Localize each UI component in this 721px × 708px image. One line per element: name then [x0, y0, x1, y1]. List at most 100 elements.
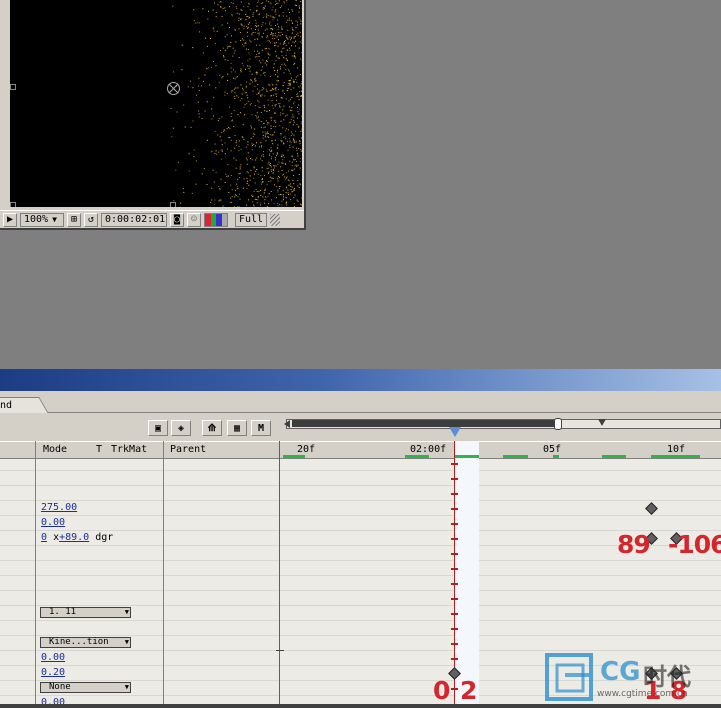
cti-tick	[451, 508, 458, 510]
timeline-tab-row	[0, 391, 721, 413]
dropdown-value: Kine...tion	[49, 637, 109, 647]
annotation-text: 89	[617, 530, 651, 559]
row-gridline	[0, 620, 721, 621]
row-gridline	[0, 605, 721, 606]
time-navigator-bar[interactable]	[292, 420, 558, 427]
work-area-segment	[651, 455, 700, 458]
row-gridline	[0, 545, 721, 546]
resolution-dropdown[interactable]: Full	[235, 212, 267, 227]
cti-tick	[451, 478, 458, 480]
timeline-title-bar[interactable]	[0, 369, 721, 391]
ruler-tick: 05f	[543, 444, 562, 455]
property-value[interactable]: 0.00	[41, 652, 65, 663]
property-dropdown[interactable]: 1. 11	[40, 607, 131, 618]
composition-viewer[interactable]	[10, 0, 302, 207]
watermark-logo-icon	[545, 653, 593, 701]
cti-tick	[451, 688, 458, 690]
ruler-tick: 20f	[297, 444, 316, 455]
row-gridline	[0, 530, 721, 531]
resize-grip-icon[interactable]	[270, 213, 280, 226]
zoom-value: 100%	[24, 214, 49, 225]
dropdown-value: None	[49, 682, 71, 692]
cti-tick	[451, 598, 458, 600]
zoom-dropdown[interactable]: 100% ▼	[20, 212, 64, 227]
value-text: 0.00	[41, 652, 66, 663]
viewer-left-margin	[0, 0, 10, 210]
chevron-down-icon: ▼	[52, 215, 57, 224]
cti-tick	[451, 643, 458, 645]
work-area-segment	[405, 455, 429, 458]
navigator-marker-icon	[598, 419, 606, 426]
graph-divider[interactable]	[279, 441, 280, 708]
revolutions: 0	[41, 532, 48, 543]
markers-button[interactable]: M	[251, 420, 271, 436]
current-time-head-icon[interactable]	[449, 427, 461, 437]
viewer-right-margin	[302, 0, 304, 210]
dropdown-value: 1. 11	[49, 607, 77, 617]
resolution-value: Full	[239, 214, 264, 225]
watermark: CG 时代 www.cgtime.com.cn	[545, 651, 721, 708]
layer-handle-left[interactable]	[10, 84, 16, 90]
cti-tick	[451, 568, 458, 570]
anchor-point-icon[interactable]	[167, 82, 180, 95]
channel-icon[interactable]	[204, 212, 228, 227]
layer-handle-bottom[interactable]	[170, 202, 176, 207]
navigator-end-handle[interactable]	[554, 418, 562, 430]
frame-blend-icon[interactable]: ⟰	[202, 420, 222, 436]
cti-tick	[451, 553, 458, 555]
property-dropdown[interactable]: None	[40, 682, 131, 693]
column-parent[interactable]: Parent	[170, 444, 206, 455]
layer-handle-bottom-left[interactable]	[10, 202, 16, 207]
motion-blur-icon[interactable]: ▦	[227, 420, 247, 436]
row-gridline	[0, 590, 721, 591]
markers-label: M	[257, 422, 265, 434]
live-update-icon[interactable]: ▣	[148, 420, 168, 436]
rotation-value[interactable]: 0 x+89.0 dgr	[41, 532, 113, 543]
navigator-left-handle[interactable]	[284, 420, 290, 428]
work-area-segment	[553, 455, 559, 458]
person-icon[interactable]: ☺	[187, 212, 201, 227]
cti-tick	[451, 538, 458, 540]
row-gridline	[0, 470, 721, 471]
annotation-text: 0	[433, 676, 450, 705]
work-area-segment	[602, 455, 626, 458]
value-text: 0.20	[41, 667, 66, 678]
property-value[interactable]: 0.00	[41, 517, 65, 528]
current-frame-highlight	[454, 441, 479, 708]
work-area-segment	[454, 455, 479, 458]
mask-icon[interactable]: ↺	[84, 212, 98, 227]
row-gridline	[0, 485, 721, 486]
grid-icon[interactable]: ⊞	[67, 212, 81, 227]
work-area-segment	[283, 455, 305, 458]
row-gridline	[0, 635, 721, 636]
cti-tick	[451, 658, 458, 660]
draft-3d-icon[interactable]: ◈	[171, 420, 191, 436]
timecode-field[interactable]: 0:00:02:01	[101, 212, 167, 227]
annotation-text: -106	[668, 530, 721, 559]
property-dropdown[interactable]: Kine...tion	[40, 637, 131, 648]
watermark-suffix: 时代	[643, 663, 691, 691]
camera-icon[interactable]: ◙	[170, 212, 184, 227]
column-t[interactable]: T	[96, 444, 102, 455]
property-value[interactable]: 275.00	[41, 502, 77, 513]
cti-tick	[451, 613, 458, 615]
row-gridline	[0, 515, 721, 516]
column-divider	[163, 441, 164, 708]
column-trkmat[interactable]: TrkMat	[111, 444, 147, 455]
annotation-text: 2	[460, 676, 477, 705]
cti-tick	[451, 628, 458, 630]
work-area-segment	[503, 455, 528, 458]
splitter-tick	[276, 650, 284, 651]
property-value[interactable]: 0.20	[41, 667, 65, 678]
ruler-tick: 02:00f	[410, 444, 447, 455]
column-mode[interactable]: Mode	[43, 444, 67, 455]
row-gridline	[0, 575, 721, 576]
comp-bottom-bar: ▶ 100% ▼ ⊞ ↺ 0:00:02:01 ◙ ☺ Full	[0, 210, 304, 228]
row-gridline	[0, 500, 721, 501]
region-icon[interactable]: ▶	[3, 212, 17, 227]
watermark-brand: CG	[600, 657, 641, 687]
cti-tick	[451, 463, 458, 465]
watermark-url: www.cgtime.com.cn	[597, 689, 688, 699]
row-gridline	[0, 560, 721, 561]
degrees: +89.0	[59, 532, 90, 543]
